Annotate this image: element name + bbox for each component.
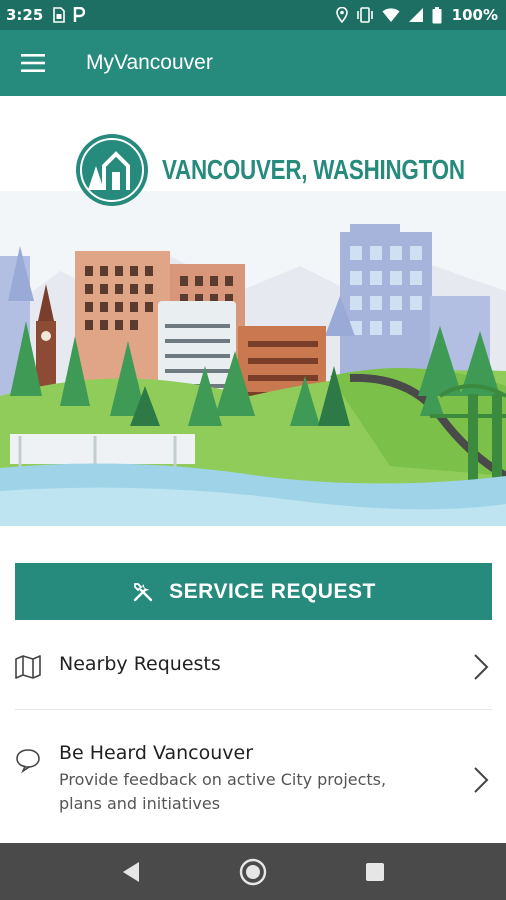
nav-home-button[interactable] <box>233 852 273 892</box>
list-divider <box>15 709 492 710</box>
city-logo-text: VANCOUVER, WASHINGTON <box>162 154 465 185</box>
app-bar: MyVancouver <box>0 30 506 96</box>
menu-button[interactable] <box>0 30 66 96</box>
speech-bubble-icon <box>16 749 40 774</box>
back-triangle-icon <box>123 861 139 882</box>
vibrate-icon <box>356 7 373 23</box>
map-icon <box>15 655 41 679</box>
list-item-title: Nearby Requests <box>59 653 221 675</box>
wifi-icon <box>382 8 400 22</box>
list-item-be-heard-vancouver[interactable]: Be Heard Vancouver Provide feedback on a… <box>0 730 506 830</box>
list-item-title: Be Heard Vancouver <box>59 742 254 764</box>
signal-icon <box>408 8 423 22</box>
tools-icon <box>133 582 153 601</box>
chevron-right-icon <box>474 767 489 793</box>
parking-icon <box>74 7 86 22</box>
nav-back-button[interactable] <box>111 852 151 892</box>
city-seal-icon <box>76 134 148 206</box>
list-item-nearby-requests[interactable]: Nearby Requests <box>0 640 506 708</box>
recents-square-icon <box>366 862 384 881</box>
chevron-right-icon <box>474 654 489 680</box>
app-title: MyVancouver <box>86 51 213 74</box>
city-logo: VANCOUVER, WASHINGTON <box>74 132 506 208</box>
system-nav-bar <box>0 843 506 900</box>
hero-banner: VANCOUVER, WASHINGTON <box>0 96 506 536</box>
status-bar: 3:25 100% <box>0 0 506 30</box>
service-request-button[interactable]: SERVICE REQUEST <box>15 563 492 620</box>
location-icon <box>335 7 348 23</box>
sim-card-icon <box>53 7 66 23</box>
battery-percent: 100% <box>451 6 498 24</box>
service-request-label: SERVICE REQUEST <box>169 579 376 603</box>
status-time: 3:25 <box>6 6 44 24</box>
list-item-subtitle: Provide feedback on active City projects… <box>59 770 387 813</box>
home-circle-icon <box>239 858 267 885</box>
battery-icon <box>432 6 442 23</box>
nav-recents-button[interactable] <box>355 852 395 892</box>
hamburger-menu-icon <box>21 54 45 72</box>
